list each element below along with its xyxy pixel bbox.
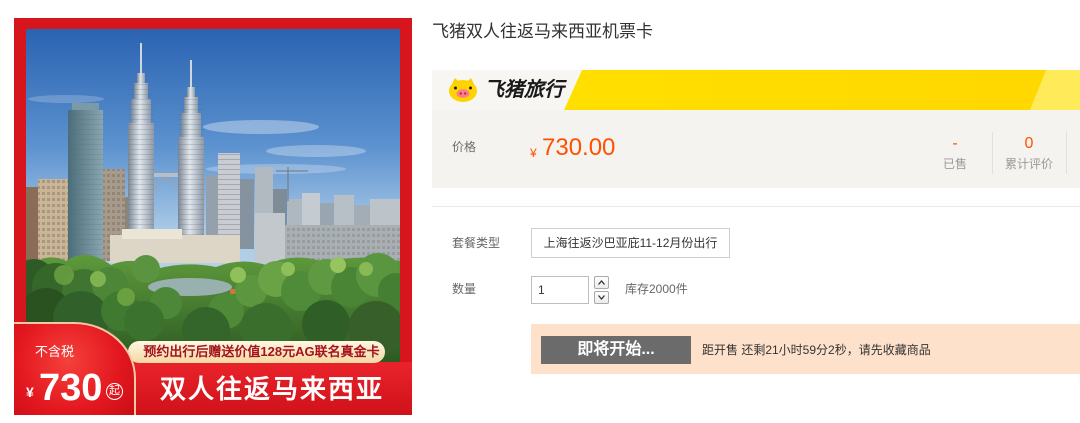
- badge-suffix: 起: [106, 383, 123, 400]
- chevron-up-icon: [598, 280, 605, 285]
- product-main-image[interactable]: 双人往返马来西亚 预约出行后赠送价值128元AG联名真金卡 不含税 ¥ 730 …: [14, 18, 412, 415]
- pig-icon: [449, 78, 477, 102]
- sku-label: 套餐类型: [452, 236, 501, 250]
- coming-soon-button[interactable]: 即将开始...: [541, 336, 691, 364]
- brand-bar: 飞猪旅行: [432, 70, 1080, 110]
- quantity-decrease-button[interactable]: [594, 291, 609, 304]
- product-title: 飞猪双人往返马来西亚机票卡: [432, 22, 653, 41]
- sale-countdown: 距开售 还剩21小时59分2秒，请先收藏商品: [702, 343, 931, 357]
- sold-count-value: -: [952, 135, 958, 152]
- review-count-stat[interactable]: 0 累计评价: [997, 134, 1061, 172]
- badge-tax-note: 不含税: [35, 344, 75, 359]
- price-panel: 价格 ¥ 730.00 - 已售 0 累计评价: [432, 110, 1080, 188]
- sold-count-stat: - 已售: [923, 134, 987, 172]
- price-currency: ¥: [530, 146, 537, 160]
- stock-count: 库存2000件: [625, 282, 688, 296]
- quantity-label: 数量: [452, 282, 477, 296]
- quantity-increase-button[interactable]: [594, 276, 609, 289]
- stat-divider: [1066, 132, 1067, 174]
- brand-logo-text: 飞猪旅行: [484, 79, 564, 101]
- badge-price: 730: [39, 367, 103, 409]
- sale-panel: 即将开始... 距开售 还剩21小时59分2秒，请先收藏商品: [531, 324, 1080, 374]
- price-value: 730.00: [542, 134, 616, 161]
- promo-pill: 预约出行后赠送价值128元AG联名真金卡: [128, 341, 385, 363]
- sold-count-label: 已售: [942, 157, 967, 171]
- sku-option-button[interactable]: 上海往返沙巴亚庇11-12月份出行: [531, 228, 730, 258]
- headline-text: 双人往返马来西亚: [159, 374, 384, 404]
- review-count-label: 累计评价: [1004, 157, 1053, 171]
- badge-currency: ¥: [26, 384, 34, 400]
- stat-divider: [992, 132, 993, 174]
- section-divider: [432, 206, 1080, 207]
- city-skyline-photo: [26, 29, 400, 364]
- review-count-value: 0: [1024, 135, 1034, 152]
- chevron-down-icon: [598, 295, 605, 300]
- price-label: 价格: [452, 140, 477, 154]
- quantity-input[interactable]: [531, 276, 589, 304]
- brand-logo-link[interactable]: 飞猪旅行: [432, 70, 572, 110]
